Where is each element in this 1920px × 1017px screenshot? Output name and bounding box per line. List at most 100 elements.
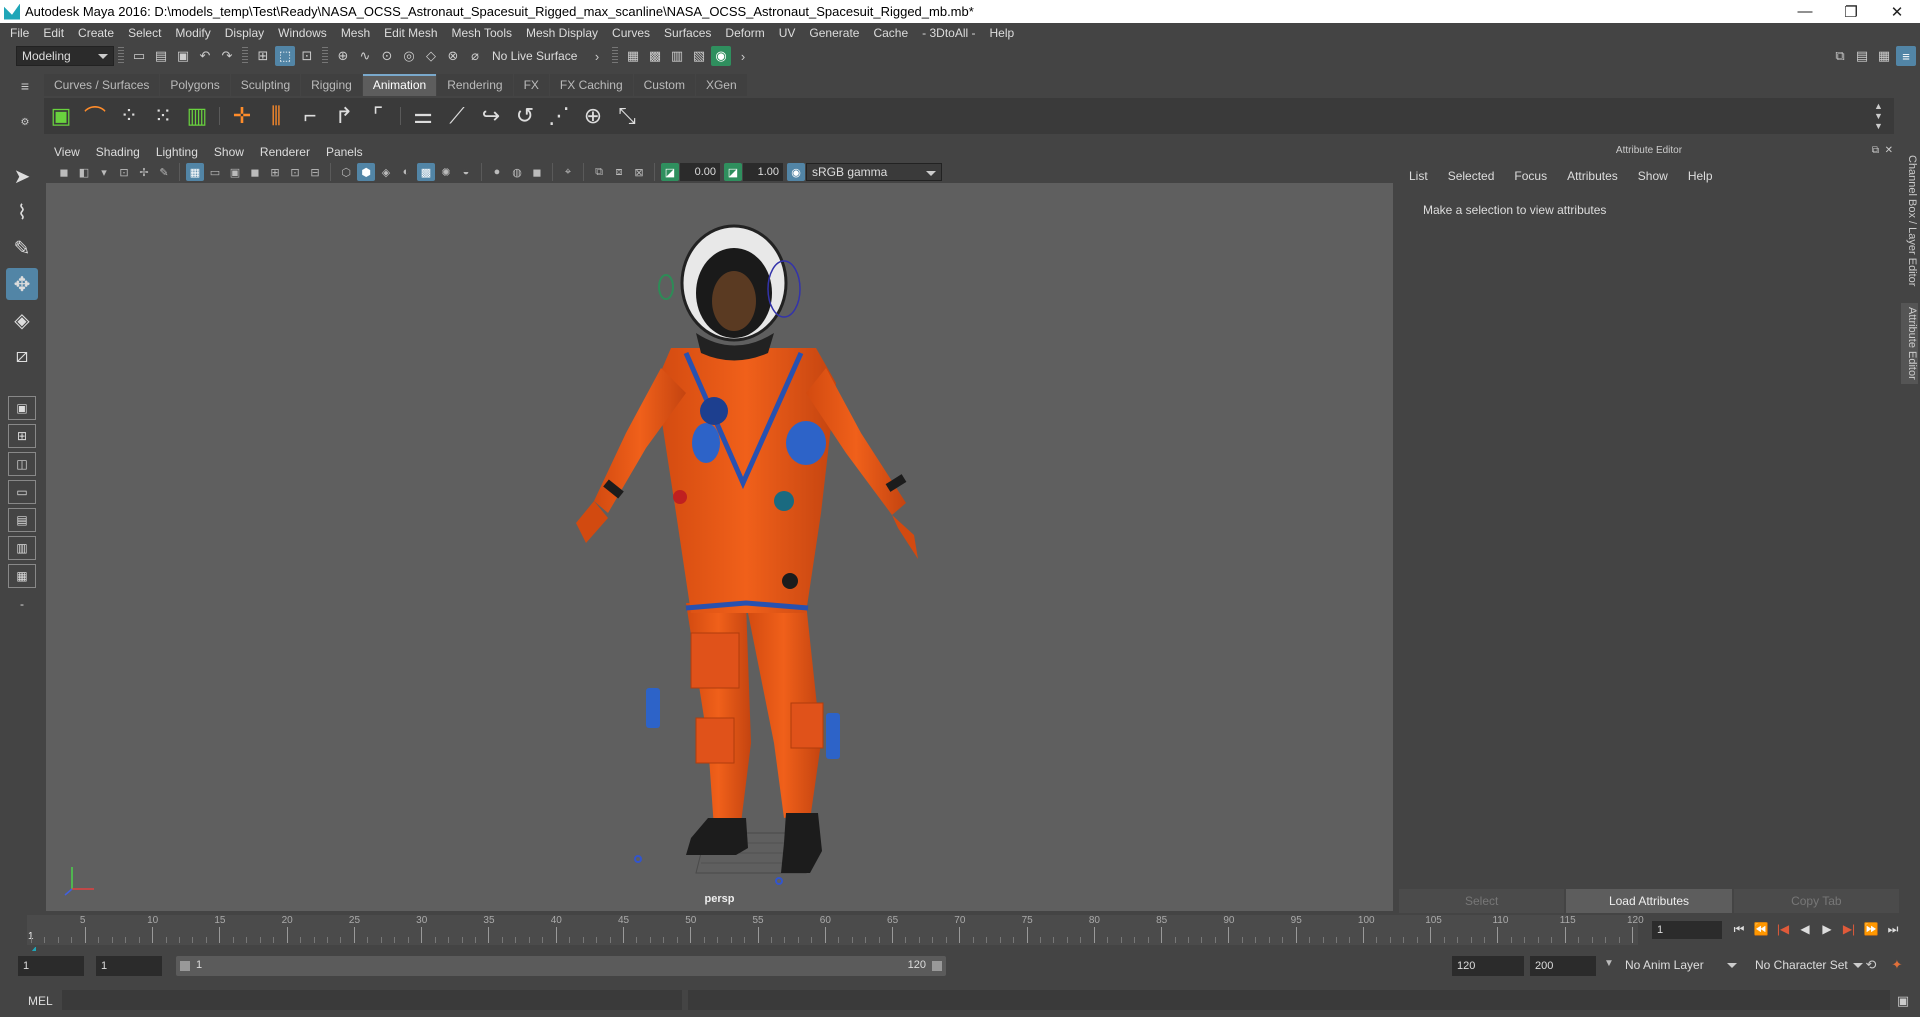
shelf-tab-rendering[interactable]: Rendering: [437, 74, 513, 96]
open-scene-icon[interactable]: ▤: [151, 46, 171, 66]
snap-curve-icon[interactable]: ∿: [355, 46, 375, 66]
menu-select[interactable]: Select: [121, 26, 168, 40]
persp-graph-layout-icon[interactable]: ▤: [8, 508, 36, 532]
command-input[interactable]: [62, 990, 682, 1010]
anim-layer-arrow-icon[interactable]: ▼: [1604, 958, 1614, 969]
set-key-icon[interactable]: ✛: [225, 99, 259, 133]
layout-icon[interactable]: ▤: [1852, 46, 1872, 66]
save-scene-icon[interactable]: ▣: [173, 46, 193, 66]
step-forward-key-icon[interactable]: ▶|: [1838, 918, 1860, 940]
select-hierarchy-icon[interactable]: ⊞: [253, 46, 273, 66]
cluster-icon[interactable]: ⊕: [576, 99, 610, 133]
minimize-button[interactable]: —: [1782, 3, 1828, 20]
menu-curves[interactable]: Curves: [605, 26, 657, 40]
menu-display[interactable]: Display: [218, 26, 271, 40]
gamma-icon[interactable]: ◪: [724, 163, 742, 181]
camera-attributes-icon[interactable]: ◧: [75, 163, 93, 181]
shelf-options-icon[interactable]: ⚙: [15, 112, 35, 132]
shelf-tab-rigging[interactable]: Rigging: [301, 74, 362, 96]
step-back-frame-icon[interactable]: ⏪: [1750, 918, 1772, 940]
grid-icon[interactable]: ▦: [186, 163, 204, 181]
menu-mesh-display[interactable]: Mesh Display: [519, 26, 605, 40]
close-window-button[interactable]: ✕: [1874, 3, 1920, 21]
render-view-icon[interactable]: ▧: [689, 46, 709, 66]
time-ruler[interactable]: 1 51015202530354045505560657075808590951…: [27, 915, 1644, 945]
default-material-icon[interactable]: ◐: [397, 163, 415, 181]
field-chart-icon[interactable]: ⊞: [266, 163, 284, 181]
script-language-label[interactable]: MEL: [28, 994, 53, 1008]
persp-outliner-layout-icon[interactable]: ▭: [8, 480, 36, 504]
two-view-layout-icon[interactable]: ◫: [8, 452, 36, 476]
render-frame-icon[interactable]: ▩: [645, 46, 665, 66]
auto-key-icon[interactable]: ⟲: [1861, 955, 1881, 975]
close-panel-icon[interactable]: ✕: [1885, 143, 1893, 159]
shelf-tab-curves-surfaces[interactable]: Curves / Surfaces: [44, 74, 160, 96]
shelf-tab-custom[interactable]: Custom: [633, 74, 695, 96]
menu-generate[interactable]: Generate: [802, 26, 866, 40]
menu-mesh-tools[interactable]: Mesh Tools: [445, 26, 519, 40]
float-panel-icon[interactable]: ⧉: [1872, 143, 1879, 159]
view-transform-dropdown[interactable]: sRGB gamma: [806, 163, 942, 181]
snap-view-plane-icon[interactable]: ◇: [421, 46, 441, 66]
more-layouts-icon[interactable]: -: [8, 592, 36, 616]
anim-layer-dropdown[interactable]: No Anim Layer: [1620, 956, 1742, 976]
ik-handle-icon[interactable]: ⟋: [440, 99, 474, 133]
resolution-gate-icon[interactable]: ▣: [226, 163, 244, 181]
end-time-field[interactable]: 200: [1530, 956, 1596, 976]
use-all-lights-icon[interactable]: ✺: [437, 163, 455, 181]
exposure-field[interactable]: 0.00: [680, 163, 720, 181]
motion-blur-icon[interactable]: ◍: [508, 163, 526, 181]
menu-windows[interactable]: Windows: [271, 26, 334, 40]
shelf-tab-xgen[interactable]: XGen: [695, 74, 747, 96]
aim-constraint-icon[interactable]: ↱: [327, 99, 361, 133]
four-view-layout-icon[interactable]: ⊞: [8, 424, 36, 448]
attribute-editor-toggle-icon[interactable]: ≡: [1896, 46, 1916, 66]
xray-joints-icon[interactable]: ⧈: [610, 163, 628, 181]
shelf-scroll-icon[interactable]: ▲ ▼ ▼: [1874, 101, 1888, 131]
snap-grid-icon[interactable]: ⊕: [333, 46, 353, 66]
shelf-tab-sculpting[interactable]: Sculpting: [230, 74, 301, 96]
attribute-editor-tab[interactable]: Attribute Editor: [1901, 303, 1918, 384]
menu-uv[interactable]: UV: [772, 26, 803, 40]
viewport-menu-show[interactable]: Show: [206, 145, 252, 159]
menu-3dtoall[interactable]: - 3DtoAll -: [915, 26, 982, 40]
range-end-handle[interactable]: [932, 961, 942, 971]
bind-skin-icon[interactable]: ↺: [508, 99, 542, 133]
menu-cache[interactable]: Cache: [866, 26, 915, 40]
undo-icon[interactable]: ↶: [195, 46, 215, 66]
safe-action-icon[interactable]: ⊡: [286, 163, 304, 181]
animation-preferences-icon[interactable]: ✦: [1887, 955, 1907, 975]
shelf-tab-polygons[interactable]: Polygons: [160, 74, 230, 96]
joint-tool-icon[interactable]: ⚌: [406, 99, 440, 133]
lasso-tool-icon[interactable]: ⌇: [6, 196, 38, 228]
scale-tool-icon[interactable]: ⧄: [6, 340, 38, 372]
lattice-icon[interactable]: ⋰: [542, 99, 576, 133]
menu-modify[interactable]: Modify: [168, 26, 217, 40]
xray-icon[interactable]: ⧉: [590, 163, 608, 181]
playback-end-field[interactable]: 120: [1452, 956, 1524, 976]
live-surface-field[interactable]: No Live Surface: [486, 49, 586, 63]
hypershade-layout-icon[interactable]: ▥: [8, 536, 36, 560]
image-plane-icon[interactable]: ⊡: [115, 163, 133, 181]
range-bar[interactable]: 1 120: [176, 956, 946, 976]
viewport-menu-renderer[interactable]: Renderer: [252, 145, 318, 159]
select-object-icon[interactable]: ⬚: [275, 46, 295, 66]
viewport-menu-lighting[interactable]: Lighting: [148, 145, 206, 159]
safe-title-icon[interactable]: ⊟: [306, 163, 324, 181]
select-tool-icon[interactable]: ➤: [6, 160, 38, 192]
character-set-dropdown[interactable]: No Character Set: [1750, 956, 1868, 976]
exposure-icon[interactable]: ◪: [661, 163, 679, 181]
step-forward-frame-icon[interactable]: ⏩: [1860, 918, 1882, 940]
attr-menu-list[interactable]: List: [1399, 165, 1438, 187]
step-back-key-icon[interactable]: |◀: [1772, 918, 1794, 940]
make-live-icon[interactable]: ⊗: [443, 46, 463, 66]
new-scene-icon[interactable]: ▭: [129, 46, 149, 66]
perspective-viewport[interactable]: persp: [46, 183, 1393, 911]
viewport-menu-shading[interactable]: Shading: [88, 145, 148, 159]
menu-edit-mesh[interactable]: Edit Mesh: [377, 26, 444, 40]
menu-file[interactable]: File: [3, 26, 36, 40]
orient-constraint-icon[interactable]: ⌜: [361, 99, 395, 133]
playblast-icon[interactable]: ▣: [44, 99, 78, 133]
attr-menu-selected[interactable]: Selected: [1438, 165, 1505, 187]
load-attributes-button[interactable]: Load Attributes: [1566, 889, 1732, 913]
